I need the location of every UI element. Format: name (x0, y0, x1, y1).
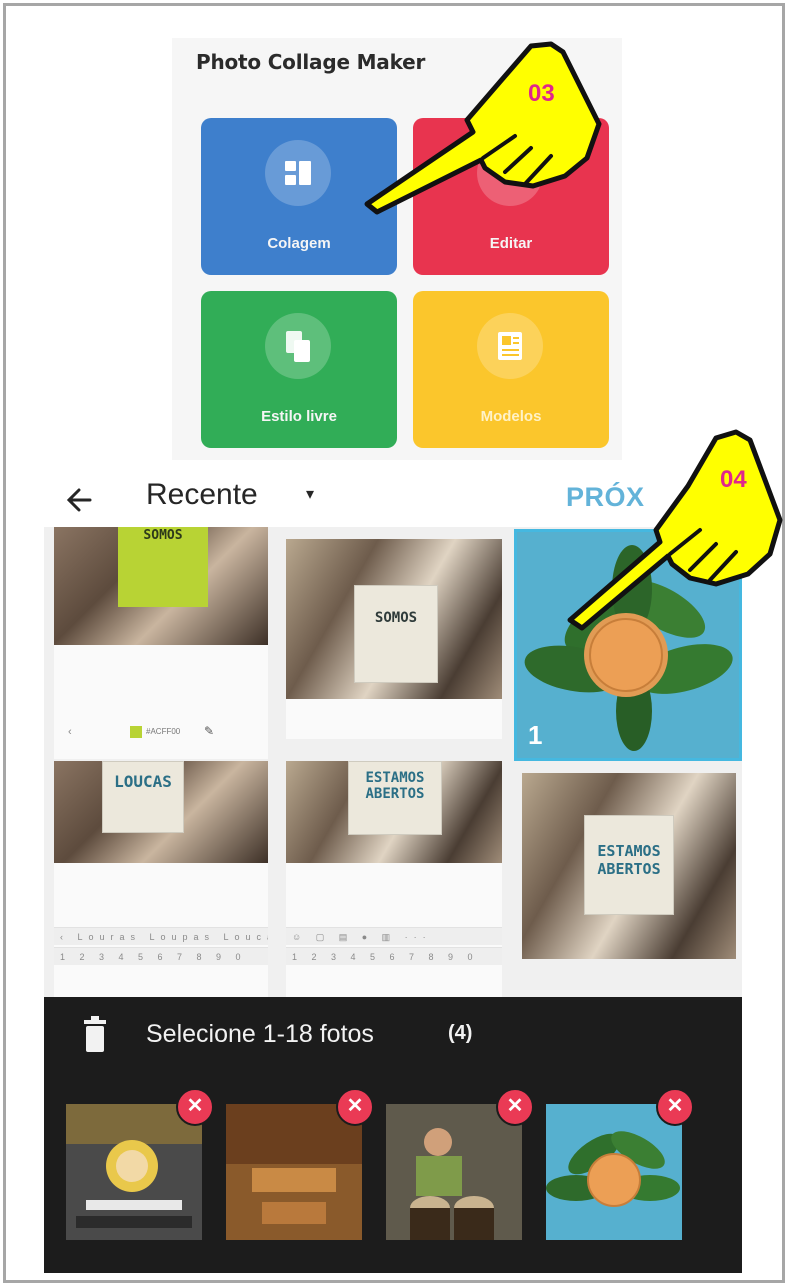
drummer-photo (386, 1104, 522, 1240)
template-icon (477, 313, 543, 379)
templates-label: Modelos (480, 408, 542, 425)
chevron-down-icon[interactable]: ▾ (306, 484, 314, 504)
freestyle-tile[interactable]: Estilo livre (201, 291, 397, 448)
selected-thumbnail[interactable] (66, 1104, 202, 1240)
collage-grid-icon (265, 140, 331, 206)
card-text: SOMOS (374, 610, 418, 626)
remove-photo-button[interactable]: ✕ (656, 1088, 694, 1126)
back-arrow-icon (66, 488, 92, 512)
grid-thumbnail[interactable]: ESTAMOS ABERTOS (522, 773, 736, 959)
thumbnail-card: SOMOS (118, 527, 208, 607)
poster-photo (66, 1104, 202, 1240)
thumbnail-toolbar: ‹ #ACFF00 ✎ (54, 717, 268, 749)
selected-thumbnail[interactable] (386, 1104, 522, 1240)
grid-thumbnail[interactable]: LOUCAS ‹ Louras Loupas Louca ··· 1 2 3 4… (54, 761, 268, 997)
flyer-photo (226, 1104, 362, 1240)
card-text: ABERTOS (597, 860, 661, 878)
selection-number: 1 (528, 720, 543, 750)
pencil-icon: ✎ (204, 724, 215, 738)
back-button[interactable] (60, 480, 100, 520)
selection-count: (4) (448, 1022, 473, 1044)
card-text: ABERTOS (365, 786, 425, 802)
keyboard-toolbar: ☺ ▢ ▤ ● ▥ ··· (286, 927, 502, 945)
freestyle-icon (265, 313, 331, 379)
thumbnail-card: LOUCAS (102, 761, 184, 833)
remove-photo-button[interactable]: ✕ (336, 1088, 374, 1126)
cookie-on-leaves-photo (546, 1104, 682, 1240)
grid-thumbnail[interactable]: SOMOS (286, 539, 502, 739)
step-label: 03 (528, 80, 555, 107)
selected-thumbnail[interactable] (546, 1104, 682, 1240)
card-text: SOMOS (143, 528, 183, 543)
card-text: LOUCAS (114, 772, 172, 791)
album-selector[interactable]: Recente (146, 478, 258, 512)
remove-photo-button[interactable]: ✕ (496, 1088, 534, 1126)
chevron-left-icon: ‹ (68, 726, 72, 738)
step-label: 04 (720, 466, 747, 493)
freestyle-label: Estilo livre (261, 408, 337, 425)
grid-thumbnail[interactable]: ESTAMOS ABERTOS ☺ ▢ ▤ ● ▥ ··· 1 2 3 4 5 … (286, 761, 502, 997)
keyboard-number-row: 1 2 3 4 5 6 7 8 9 0 (286, 947, 502, 965)
collage-label: Colagem (267, 235, 331, 252)
trash-icon[interactable] (84, 1016, 106, 1052)
selected-thumbnail[interactable] (226, 1104, 362, 1240)
keyboard-suggestions: ‹ Louras Loupas Louca ··· (54, 927, 268, 945)
card-text: ESTAMOS (365, 770, 425, 786)
card-text: ESTAMOS (597, 842, 661, 860)
color-swatch (130, 726, 142, 738)
thumbnail-card: ESTAMOS ABERTOS (584, 815, 674, 915)
keyboard-number-row: 1 2 3 4 5 6 7 8 9 0 (54, 947, 268, 965)
selection-hint: Selecione 1-18 fotos (146, 1020, 374, 1048)
edit-label: Editar (489, 235, 533, 252)
thumbnail-card: ESTAMOS ABERTOS (348, 761, 442, 835)
thumbnail-card: SOMOS (354, 585, 438, 683)
remove-photo-button[interactable]: ✕ (176, 1088, 214, 1126)
grid-thumbnail[interactable]: SOMOS ‹ #ACFF00 ✎ (54, 527, 268, 759)
color-hex: #ACFF00 (146, 727, 181, 736)
pointing-hand-icon (364, 41, 602, 215)
pointing-hand-icon (567, 429, 783, 631)
